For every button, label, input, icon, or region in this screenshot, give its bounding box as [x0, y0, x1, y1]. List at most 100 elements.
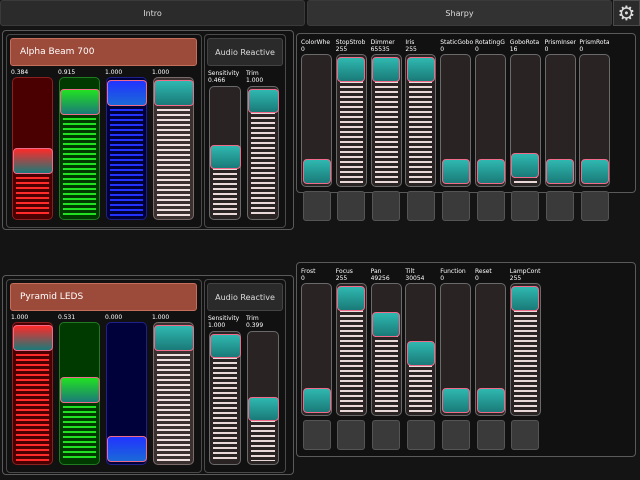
channels_bottom-select-button[interactable] [337, 420, 366, 450]
fixture-0-fader-3-fill [157, 94, 190, 216]
channel-label: Focus [335, 268, 353, 275]
channel-value: 0 [475, 275, 479, 282]
fixture-0-fader-0-knob[interactable] [12, 148, 53, 175]
fixture-1-fader-2-knob[interactable] [106, 436, 147, 462]
channel-label: Pan [370, 268, 382, 275]
channels_top-fader-4-knob[interactable] [441, 159, 470, 184]
channel-value: 30054 [405, 275, 425, 282]
channels_bottom-fader-1-fill [339, 299, 363, 412]
fixture-1-audio-0-knob[interactable] [209, 334, 241, 358]
channel-label: GoboRota [509, 39, 540, 46]
fixture-1-fader-0-fill [16, 339, 49, 461]
channel-value: 65535 [370, 46, 390, 53]
audio-label: Trim [246, 70, 259, 77]
channel-label: PrismInser [544, 39, 577, 46]
channels_top-fader-1-knob[interactable] [337, 57, 366, 82]
audio-value: 1.000 [208, 322, 226, 329]
channels_top-fader-3-knob[interactable] [406, 57, 435, 82]
settings-button[interactable]: ⚙ [613, 0, 640, 26]
channel-label: LampCont [509, 268, 541, 275]
channel-value: 255 [335, 275, 348, 282]
channel-value: 0 [440, 46, 445, 53]
channel-label: PrismRota [579, 39, 610, 46]
tab-intro-label: Intro [143, 8, 162, 18]
fader-value: 1.000 [105, 69, 123, 76]
channel-value: 0 [301, 46, 305, 53]
channel-label: RotatingG [475, 39, 505, 46]
channels_top-select-button[interactable] [511, 191, 540, 221]
fixture-0-audio-0-knob[interactable] [209, 144, 241, 169]
fixture-0-fader-2-fill [110, 94, 143, 216]
channels_bottom-fader-0-knob[interactable] [302, 388, 331, 413]
channel-value: 0 [440, 275, 445, 282]
fader-value: 0.384 [11, 69, 29, 76]
audio-label: Sensitivity [208, 315, 240, 322]
channels_top-select-button[interactable] [406, 191, 435, 221]
channel-value: 0 [301, 275, 305, 282]
channels_bottom-select-button[interactable] [406, 420, 435, 450]
audio-value: 0.399 [246, 322, 264, 329]
channel-label: StopStrob [335, 39, 366, 46]
fixture-name-button[interactable]: Alpha Beam 700 [10, 38, 197, 66]
channels_bottom-fader-2-track[interactable] [370, 283, 402, 416]
channels_top-fader-2-knob[interactable] [372, 57, 401, 82]
channels_top-select-button[interactable] [580, 191, 609, 221]
channels_top-fader-7-knob[interactable] [546, 159, 575, 184]
fader-value: 1.000 [152, 314, 170, 321]
channel-label: Tilt [405, 268, 415, 275]
fixture-1-audio-0-fill [213, 347, 237, 461]
tab-intro[interactable]: Intro [0, 0, 305, 26]
fixture-name-button[interactable]: Pyramid LEDS [10, 283, 197, 311]
channels_top-select-button[interactable] [441, 191, 470, 221]
audio-reactive-button[interactable]: Audio Reactive [207, 38, 283, 66]
fixture-0-audio-1-knob[interactable] [247, 89, 279, 113]
channels_bottom-select-button[interactable] [302, 420, 331, 450]
channels_bottom-fader-3-knob[interactable] [406, 341, 435, 367]
fixture-1-fader-3-fill [157, 339, 190, 461]
channels_bottom-fader-6-knob[interactable] [511, 286, 540, 311]
fixture-0-fader-2-knob[interactable] [106, 80, 147, 106]
tab-sharpy[interactable]: Sharpy [307, 0, 612, 26]
channels_top-fader-3-fill [409, 70, 433, 183]
channels_bottom-fader-4-knob[interactable] [441, 388, 470, 413]
channels_bottom-fader-1-knob[interactable] [337, 286, 366, 311]
fixture-1-fader-1-knob[interactable] [59, 377, 100, 404]
channels_top-select-button[interactable] [546, 191, 575, 221]
channels_bottom-select-button[interactable] [476, 420, 505, 450]
audio-value: 0.466 [208, 77, 226, 84]
fixture-0-fader-1-knob[interactable] [59, 89, 100, 116]
channels_bottom-fader-2-fill [374, 325, 398, 412]
fixture-0-audio-1-fill [251, 102, 275, 216]
channels_top-fader-5-knob[interactable] [476, 159, 505, 184]
channel-value: 0 [579, 46, 584, 53]
channels_top-select-button[interactable] [476, 191, 505, 221]
fixture-1-fader-3-knob[interactable] [153, 325, 194, 351]
channels_bottom-select-button[interactable] [372, 420, 401, 450]
channels_top-select-button[interactable] [302, 191, 331, 221]
fixture-0-fader-3-knob[interactable] [153, 80, 194, 106]
channel-value: 0 [544, 46, 549, 53]
channels_bottom-fader-2-knob[interactable] [372, 311, 401, 337]
channels_bottom-select-button[interactable] [441, 420, 470, 450]
channel-label: Iris [405, 39, 415, 46]
channels_top-select-button[interactable] [372, 191, 401, 221]
fader-value: 0.531 [58, 314, 76, 321]
channels_bottom-fader-5-knob[interactable] [476, 388, 505, 413]
channel-label: StaticGobo [440, 39, 474, 46]
channel-label: ColorWhe [301, 39, 331, 46]
channels_top-fader-8-knob[interactable] [580, 159, 609, 184]
channels_top-fader-6-knob[interactable] [511, 152, 540, 178]
channel-value: 16 [509, 46, 518, 53]
channels_bottom-fader-6-fill [513, 299, 537, 412]
fixture-1-audio-1-knob[interactable] [247, 396, 279, 421]
fader-value: 1.000 [11, 314, 29, 321]
fixture-1-fader-0-knob[interactable] [12, 325, 53, 351]
fader-value: 0.000 [105, 314, 123, 321]
tab-sharpy-label: Sharpy [445, 8, 474, 18]
channels_top-select-button[interactable] [337, 191, 366, 221]
channels_bottom-select-button[interactable] [511, 420, 540, 450]
channels_top-fader-0-knob[interactable] [302, 159, 331, 184]
audio-reactive-button[interactable]: Audio Reactive [207, 283, 283, 311]
channel-label: Dimmer [370, 39, 395, 46]
channel-value: 255 [335, 46, 348, 53]
